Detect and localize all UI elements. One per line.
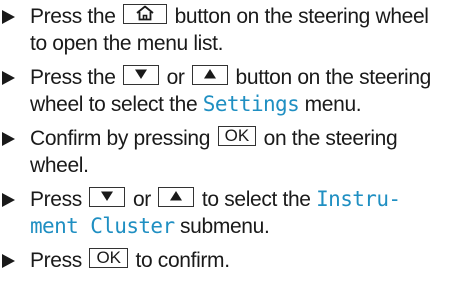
step-1-text-a: Press the — [30, 5, 116, 28]
step-4: Press or to select the Instru- ment Clus… — [0, 186, 462, 240]
step-5-text-b: to confirm. — [135, 249, 231, 272]
step-2-text-c: button on the steering — [235, 66, 432, 89]
up-button — [158, 187, 195, 208]
step-4-text-a: Press — [30, 188, 82, 211]
instruction-list: Press the button on the steering wheel t… — [0, 3, 462, 281]
step-4-text-line2-b: submenu. — [180, 215, 270, 238]
step-2-text-line2-b: menu. — [304, 93, 362, 116]
bullet-arrow-icon — [2, 10, 15, 24]
ok-button: OK — [217, 126, 257, 147]
bullet-arrow-icon — [2, 193, 15, 207]
home-icon — [136, 5, 154, 21]
step-1-text-b: button on the steering wheel — [174, 5, 429, 28]
step-4-text-c: to select the — [201, 188, 311, 211]
step-2-text-or: or — [166, 66, 185, 89]
step-2: Press the or button on the steering whee… — [0, 64, 462, 118]
ok-button-label: OK — [96, 248, 121, 268]
step-2-text-line2-a: wheel to select the — [30, 93, 198, 116]
home-button — [123, 4, 168, 25]
step-2-text-a: Press the — [30, 66, 116, 89]
ok-button-label: OK — [224, 126, 250, 146]
bullet-arrow-icon — [2, 71, 15, 85]
step-3-text-line2: wheel. — [30, 154, 89, 177]
up-arrow-icon — [204, 69, 217, 79]
up-button — [192, 65, 229, 86]
step-5-text-a: Press — [30, 249, 82, 272]
instrument-cluster-term-part1: Instru- — [316, 187, 401, 211]
ok-button: OK — [89, 248, 128, 269]
bullet-arrow-icon — [2, 132, 15, 146]
step-1-text-line2: to open the menu list. — [30, 32, 224, 55]
step-5: Press OK to confirm. — [0, 247, 462, 274]
step-4-text-or: or — [132, 188, 151, 211]
down-arrow-icon — [101, 191, 114, 202]
bullet-arrow-icon — [2, 254, 15, 268]
instrument-cluster-term-part2: ment Cluster — [30, 214, 175, 238]
settings-menu-term: Settings — [202, 92, 300, 116]
down-arrow-icon — [135, 69, 148, 80]
down-button — [89, 187, 126, 208]
step-3-text-a: Confirm by pressing — [30, 127, 211, 150]
down-button — [123, 65, 160, 86]
step-1: Press the button on the steering wheel t… — [0, 3, 462, 57]
step-3-text-b: on the steering — [263, 127, 398, 150]
step-3: Confirm by pressing OK on the steering w… — [0, 125, 462, 179]
up-arrow-icon — [170, 191, 183, 201]
